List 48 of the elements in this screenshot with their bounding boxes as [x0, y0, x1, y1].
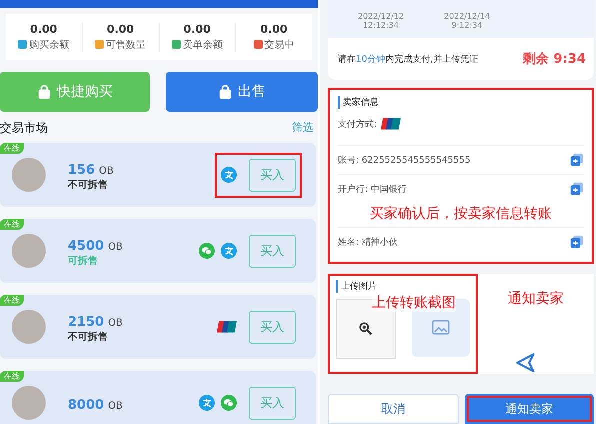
field-text: 账号: 6225525545555545555: [338, 154, 471, 166]
stat-label: 交易中: [264, 38, 295, 52]
stat-value: 0.00: [30, 22, 58, 36]
annotation-text: 上传转账截图: [372, 294, 456, 312]
payment-notice: 请在10分钟内完成支付,并上传凭证: [338, 54, 478, 66]
time-text: 9:12:34: [452, 21, 483, 30]
date-text: 2022/12/12: [358, 12, 404, 21]
buy-button[interactable]: 买入: [249, 310, 296, 344]
card-title: 卖家信息: [338, 96, 584, 109]
countdown: 剩余 9:34: [523, 51, 586, 68]
date-text: 2022/12/14: [444, 12, 490, 21]
online-tag: 在线: [0, 371, 24, 382]
stat-value: 0.00: [107, 22, 134, 36]
online-tag: 在线: [0, 219, 24, 230]
field-label: 支付方式:: [338, 118, 378, 130]
stat-value: 0.00: [260, 22, 288, 36]
section-title: 交易市场: [0, 120, 48, 137]
field-text: 开户行: 中国银行: [338, 184, 407, 196]
stat-label: 可售数量: [106, 38, 146, 52]
notify-button[interactable]: 通知卖家: [465, 394, 594, 424]
split-status: 不可拆售: [68, 178, 109, 192]
unit: OB: [108, 318, 123, 328]
amount: 156: [68, 162, 96, 178]
buy-button[interactable]: 买入: [249, 234, 296, 268]
stat-value: 0.00: [184, 22, 211, 36]
card-title: 上传图片: [336, 280, 470, 293]
stat-label: 购买余额: [29, 38, 70, 52]
unit: OB: [108, 400, 123, 412]
unit: OB: [99, 166, 114, 176]
online-tag: 在线: [0, 295, 24, 306]
buy-button[interactable]: 买入: [249, 158, 296, 192]
buy-button[interactable]: 买入: [249, 386, 296, 420]
sell-button[interactable]: 出售: [166, 72, 318, 112]
filter-link[interactable]: 筛选: [292, 120, 314, 137]
quick-buy-button[interactable]: 快捷购买: [0, 72, 150, 112]
split-status: 可拆售: [68, 254, 99, 268]
field-text: 姓名: 精神小伙: [338, 236, 398, 248]
amount: 8000: [68, 398, 104, 412]
unit: OB: [108, 242, 123, 252]
amount: 4500: [68, 238, 104, 254]
cancel-button[interactable]: 取消: [328, 394, 459, 424]
stat-label: 卖单余额: [182, 38, 223, 52]
time-text: 12:12:34: [363, 21, 400, 30]
online-tag: 在线: [0, 143, 24, 154]
amount: 2150: [68, 314, 104, 330]
annotation-text: 通知卖家: [508, 290, 564, 308]
annotation-text: 买家确认后，按卖家信息转账: [370, 205, 552, 223]
split-status: 不可拆售: [68, 330, 109, 344]
